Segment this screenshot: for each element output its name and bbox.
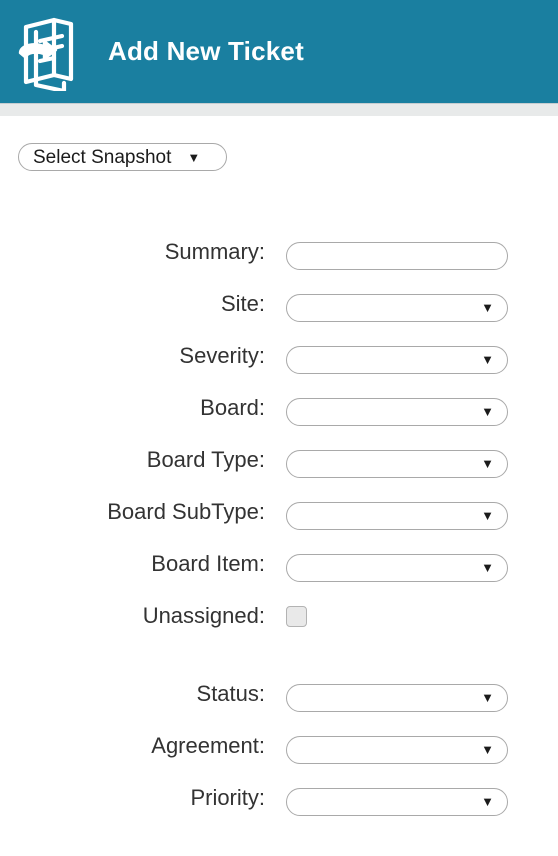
label-priority: Priority:	[190, 785, 265, 810]
label-unassigned: Unassigned:	[142, 603, 265, 628]
label-status: Status:	[196, 681, 265, 706]
field-wrap-severity: ▼	[286, 346, 508, 374]
chevron-down-icon: ▼	[187, 149, 201, 165]
field-wrap-board: ▼	[286, 398, 508, 426]
select-agreement[interactable]	[286, 736, 508, 764]
label-agreement: Agreement:	[151, 733, 265, 758]
ticket-book-refresh-icon	[18, 17, 74, 91]
select-site[interactable]	[286, 294, 508, 322]
form-row-status: Status: ▼	[0, 678, 558, 730]
field-wrap-summary	[286, 242, 508, 270]
select-severity[interactable]	[286, 346, 508, 374]
checkbox-unassigned[interactable]	[286, 606, 307, 627]
select-status[interactable]	[286, 684, 508, 712]
label-board-type: Board Type:	[146, 447, 265, 472]
form-row-board-item: Board Item: ▼	[0, 548, 558, 600]
form-row-summary: Summary:	[0, 236, 558, 288]
select-snapshot-label: Select Snapshot	[33, 146, 172, 168]
label-board: Board:	[200, 395, 265, 420]
select-snapshot-dropdown[interactable]: Select Snapshot ▼	[18, 143, 227, 171]
field-wrap-site: ▼	[286, 294, 508, 322]
select-priority[interactable]	[286, 788, 508, 816]
page-title: Add New Ticket	[108, 36, 304, 66]
form-row-priority: Priority: ▼	[0, 782, 558, 834]
select-board[interactable]	[286, 398, 508, 426]
field-wrap-status: ▼	[286, 684, 508, 712]
form-row-board: Board: ▼	[0, 392, 558, 444]
field-wrap-board-item: ▼	[286, 554, 508, 582]
form-row-board-type: Board Type: ▼	[0, 444, 558, 496]
form-row-agreement: Agreement: ▼	[0, 730, 558, 782]
form-row-board-subtype: Board SubType: ▼	[0, 496, 558, 548]
app-header: Add New Ticket	[0, 0, 558, 103]
select-board-type[interactable]	[286, 450, 508, 478]
label-board-subtype: Board SubType:	[107, 499, 265, 524]
label-summary: Summary:	[164, 239, 265, 264]
form-row-severity: Severity: ▼	[0, 340, 558, 392]
input-summary[interactable]	[286, 242, 508, 270]
field-wrap-board-type: ▼	[286, 450, 508, 478]
form-row-site: Site: ▼	[0, 288, 558, 340]
ticket-form: Summary: Site: ▼ Severity: ▼ Board: ▼ Board Typ…	[0, 236, 558, 834]
form-row-unassigned: Unassigned:	[0, 600, 558, 652]
select-board-subtype[interactable]	[286, 502, 508, 530]
label-severity: Severity:	[179, 343, 265, 368]
field-wrap-board-subtype: ▼	[286, 502, 508, 530]
snapshot-row: Select Snapshot ▼	[0, 143, 558, 173]
label-site: Site:	[220, 291, 265, 316]
header-divider-bar	[0, 103, 558, 116]
label-board-item: Board Item:	[151, 551, 265, 576]
field-wrap-agreement: ▼	[286, 736, 508, 764]
field-wrap-priority: ▼	[286, 788, 508, 816]
select-board-item[interactable]	[286, 554, 508, 582]
